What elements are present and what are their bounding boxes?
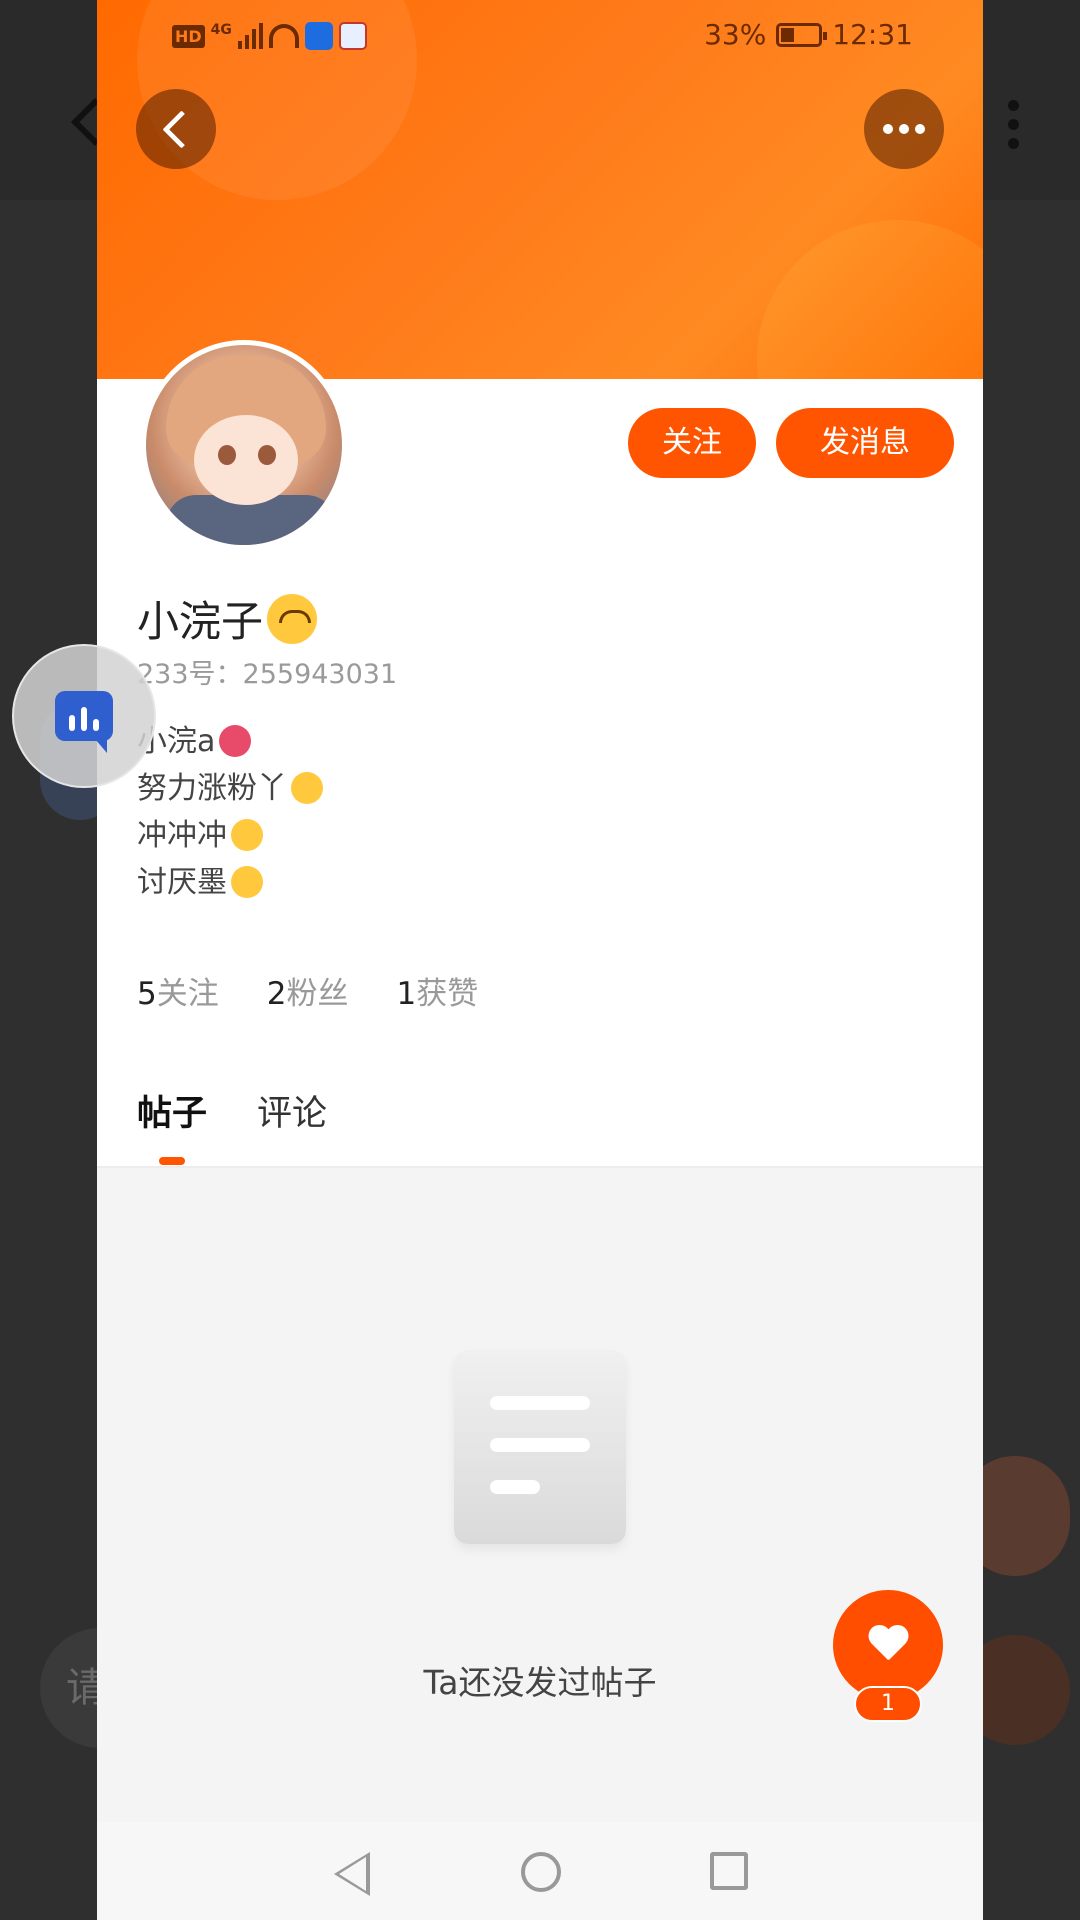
nav-back-icon[interactable] [334, 1852, 370, 1896]
stat-following[interactable]: 5关注 [137, 968, 219, 1013]
battery-percent: 33% [704, 18, 767, 51]
profile-tabs: 帖子 评论 [137, 1085, 327, 1165]
tab-comments[interactable]: 评论 [257, 1085, 327, 1136]
victory-hand-emoji-icon [231, 819, 263, 851]
bio-line: 讨厌墨 [137, 859, 323, 906]
bio-line: 努力涨粉丫 [137, 765, 323, 812]
bio-line: 冲冲冲 [137, 812, 323, 859]
clock: 12:31 [832, 18, 913, 51]
app-notification-icon [338, 22, 367, 50]
bio: 小浣a 努力涨粉丫 冲冲冲 讨厌墨 [137, 718, 323, 906]
chat-stats-icon [55, 691, 113, 753]
signal-icon [237, 23, 263, 49]
bio-line: 小浣a [137, 718, 323, 765]
wifi-icon [268, 24, 299, 48]
like-button[interactable] [833, 1590, 943, 1700]
back-button[interactable] [136, 89, 216, 169]
empty-document-icon [454, 1350, 626, 1544]
unamused-face-emoji-icon [231, 866, 263, 898]
status-bar: HD 4G 33% 12:31 [97, 0, 983, 70]
upside-down-face-emoji-icon [267, 593, 318, 644]
victory-hand-emoji-icon [291, 772, 323, 804]
send-message-button[interactable]: 发消息 [776, 408, 954, 478]
username-text: 小浣子 [137, 597, 264, 646]
network-label: 4G [210, 22, 232, 38]
profile-card: HD 4G 33% 12:31 关注 发消息 小浣子 233号：25594303… [97, 0, 983, 1920]
nav-recents-icon[interactable] [710, 1852, 748, 1890]
battery-icon [776, 22, 828, 47]
profile-header: HD 4G 33% 12:31 [97, 0, 983, 379]
hd-icon: HD [172, 24, 205, 48]
username: 小浣子 [137, 588, 318, 649]
avatar[interactable] [141, 340, 347, 550]
nav-home-icon[interactable] [521, 1852, 561, 1892]
heart-icon [867, 1626, 909, 1664]
app-notification-icon [304, 22, 333, 50]
stat-likes[interactable]: 1获赞 [396, 968, 478, 1013]
background-more-icon [1004, 100, 1024, 156]
more-options-button[interactable] [864, 89, 944, 169]
like-count-badge: 1 [854, 1686, 922, 1722]
user-id: 233号：255943031 [137, 659, 398, 690]
stat-followers[interactable]: 2粉丝 [267, 968, 349, 1013]
system-navigation-bar [97, 1822, 983, 1920]
follow-button[interactable]: 关注 [628, 408, 756, 478]
floating-assistant-button[interactable] [12, 644, 156, 788]
tab-posts[interactable]: 帖子 [137, 1085, 207, 1165]
tulip-emoji-icon [219, 725, 252, 757]
profile-stats: 5关注 2粉丝 1获赞 [137, 968, 478, 1013]
